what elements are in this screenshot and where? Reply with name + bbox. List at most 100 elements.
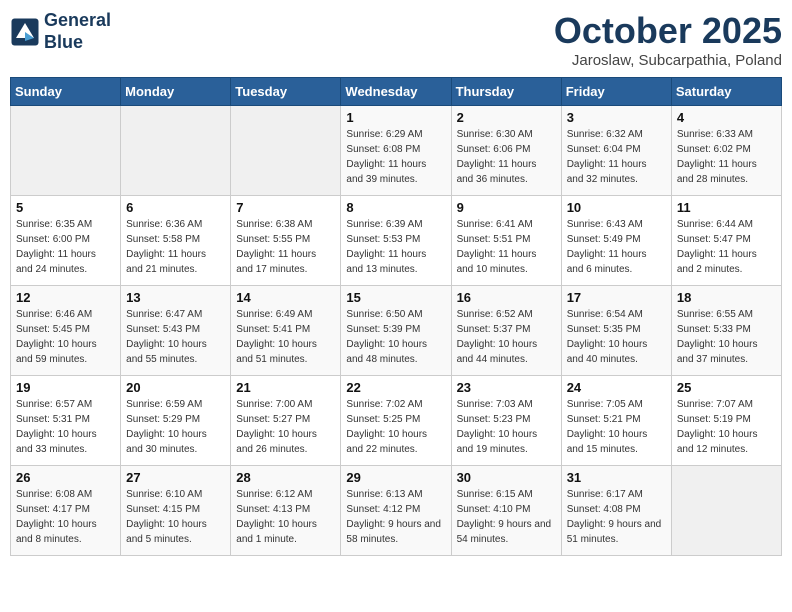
day-number: 9 bbox=[457, 200, 556, 215]
day-number: 10 bbox=[567, 200, 666, 215]
weekday-header-friday: Friday bbox=[561, 78, 671, 106]
cell-daylight-info: Sunrise: 7:00 AM Sunset: 5:27 PM Dayligh… bbox=[236, 397, 335, 457]
day-number: 4 bbox=[677, 110, 776, 125]
cell-daylight-info: Sunrise: 6:38 AM Sunset: 5:55 PM Dayligh… bbox=[236, 217, 335, 277]
calendar-cell: 15Sunrise: 6:50 AM Sunset: 5:39 PM Dayli… bbox=[341, 286, 451, 376]
calendar-cell: 4 Sunrise: 6:33 AM Sunset: 6:02 PM Daylig… bbox=[671, 106, 781, 196]
cell-daylight-info: Sunrise: 6:10 AM Sunset: 4:15 PM Dayligh… bbox=[126, 487, 225, 547]
day-number: 30 bbox=[457, 470, 556, 485]
calendar-cell bbox=[231, 106, 341, 196]
day-number: 17 bbox=[567, 290, 666, 305]
calendar-cell: 25 Sunrise: 7:07 AM Sunset: 5:19 PM Dayli… bbox=[671, 376, 781, 466]
month-title: October 2025 bbox=[554, 10, 782, 52]
calendar-cell: 7 Sunrise: 6:38 AM Sunset: 5:55 PM Daylig… bbox=[231, 196, 341, 286]
day-number: 6 bbox=[126, 200, 225, 215]
calendar-week-1: 1Sunrise: 6:29 AM Sunset: 6:08 PM Daylig… bbox=[11, 106, 782, 196]
weekday-header-wednesday: Wednesday bbox=[341, 78, 451, 106]
page-header: General Blue October 2025 Jaroslaw, Subc… bbox=[10, 10, 782, 69]
day-number: 12 bbox=[16, 290, 115, 305]
calendar-cell: 17Sunrise: 6:54 AM Sunset: 5:35 PM Dayli… bbox=[561, 286, 671, 376]
cell-daylight-info: Sunrise: 6:52 AM Sunset: 5:37 PM Dayligh… bbox=[457, 307, 556, 367]
cell-daylight-info: Sunrise: 7:07 AM Sunset: 5:19 PM Dayligh… bbox=[677, 397, 776, 457]
cell-daylight-info: Sunrise: 6:17 AM Sunset: 4:08 PM Dayligh… bbox=[567, 487, 666, 547]
logo: General Blue bbox=[10, 10, 111, 53]
cell-daylight-info: Sunrise: 6:36 AM Sunset: 5:58 PM Dayligh… bbox=[126, 217, 225, 277]
cell-daylight-info: Sunrise: 6:32 AM Sunset: 6:04 PM Dayligh… bbox=[567, 127, 666, 187]
cell-daylight-info: Sunrise: 7:02 AM Sunset: 5:25 PM Dayligh… bbox=[346, 397, 445, 457]
cell-daylight-info: Sunrise: 7:03 AM Sunset: 5:23 PM Dayligh… bbox=[457, 397, 556, 457]
calendar-cell: 20 Sunrise: 6:59 AM Sunset: 5:29 PM Dayli… bbox=[121, 376, 231, 466]
calendar-cell: 6 Sunrise: 6:36 AM Sunset: 5:58 PM Daylig… bbox=[121, 196, 231, 286]
calendar-cell: 14Sunrise: 6:49 AM Sunset: 5:41 PM Dayli… bbox=[231, 286, 341, 376]
calendar-cell: 1Sunrise: 6:29 AM Sunset: 6:08 PM Daylig… bbox=[341, 106, 451, 196]
calendar-cell: 10 Sunrise: 6:43 AM Sunset: 5:49 PM Dayli… bbox=[561, 196, 671, 286]
weekday-header-tuesday: Tuesday bbox=[231, 78, 341, 106]
calendar-cell: 11 Sunrise: 6:44 AM Sunset: 5:47 PM Dayli… bbox=[671, 196, 781, 286]
cell-daylight-info: Sunrise: 6:44 AM Sunset: 5:47 PM Dayligh… bbox=[677, 217, 776, 277]
logo-line1: General bbox=[44, 10, 111, 30]
calendar-cell: 2Sunrise: 6:30 AM Sunset: 6:06 PM Daylig… bbox=[451, 106, 561, 196]
weekday-header-thursday: Thursday bbox=[451, 78, 561, 106]
day-number: 16 bbox=[457, 290, 556, 305]
logo-icon bbox=[10, 17, 40, 47]
calendar-cell: 30 Sunrise: 6:15 AM Sunset: 4:10 PM Dayli… bbox=[451, 466, 561, 556]
calendar-cell: 12 Sunrise: 6:46 AM Sunset: 5:45 PM Dayli… bbox=[11, 286, 121, 376]
weekday-header-saturday: Saturday bbox=[671, 78, 781, 106]
calendar-week-3: 12 Sunrise: 6:46 AM Sunset: 5:45 PM Dayli… bbox=[11, 286, 782, 376]
cell-daylight-info: Sunrise: 6:33 AM Sunset: 6:02 PM Dayligh… bbox=[677, 127, 776, 187]
calendar-week-4: 19 Sunrise: 6:57 AM Sunset: 5:31 PM Dayli… bbox=[11, 376, 782, 466]
day-number: 20 bbox=[126, 380, 225, 395]
weekday-header-row: SundayMondayTuesdayWednesdayThursdayFrid… bbox=[11, 78, 782, 106]
calendar-cell: 16 Sunrise: 6:52 AM Sunset: 5:37 PM Dayli… bbox=[451, 286, 561, 376]
calendar-cell: 27Sunrise: 6:10 AM Sunset: 4:15 PM Dayli… bbox=[121, 466, 231, 556]
calendar-week-2: 5 Sunrise: 6:35 AM Sunset: 6:00 PM Daylig… bbox=[11, 196, 782, 286]
calendar-table: SundayMondayTuesdayWednesdayThursdayFrid… bbox=[10, 77, 782, 556]
day-number: 13 bbox=[126, 290, 225, 305]
logo-line2: Blue bbox=[44, 32, 83, 52]
cell-daylight-info: Sunrise: 6:57 AM Sunset: 5:31 PM Dayligh… bbox=[16, 397, 115, 457]
calendar-cell: 24Sunrise: 7:05 AM Sunset: 5:21 PM Dayli… bbox=[561, 376, 671, 466]
calendar-week-5: 26Sunrise: 6:08 AM Sunset: 4:17 PM Dayli… bbox=[11, 466, 782, 556]
title-block: October 2025 Jaroslaw, Subcarpathia, Pol… bbox=[554, 10, 782, 69]
calendar-cell: 23Sunrise: 7:03 AM Sunset: 5:23 PM Dayli… bbox=[451, 376, 561, 466]
day-number: 22 bbox=[346, 380, 445, 395]
calendar-cell: 5 Sunrise: 6:35 AM Sunset: 6:00 PM Daylig… bbox=[11, 196, 121, 286]
weekday-header-sunday: Sunday bbox=[11, 78, 121, 106]
calendar-cell: 28Sunrise: 6:12 AM Sunset: 4:13 PM Dayli… bbox=[231, 466, 341, 556]
calendar-cell bbox=[11, 106, 121, 196]
cell-daylight-info: Sunrise: 6:46 AM Sunset: 5:45 PM Dayligh… bbox=[16, 307, 115, 367]
cell-daylight-info: Sunrise: 6:13 AM Sunset: 4:12 PM Dayligh… bbox=[346, 487, 445, 547]
day-number: 1 bbox=[346, 110, 445, 125]
calendar-cell: 29 Sunrise: 6:13 AM Sunset: 4:12 PM Dayli… bbox=[341, 466, 451, 556]
day-number: 5 bbox=[16, 200, 115, 215]
day-number: 19 bbox=[16, 380, 115, 395]
cell-daylight-info: Sunrise: 6:49 AM Sunset: 5:41 PM Dayligh… bbox=[236, 307, 335, 367]
day-number: 7 bbox=[236, 200, 335, 215]
weekday-header-monday: Monday bbox=[121, 78, 231, 106]
cell-daylight-info: Sunrise: 6:15 AM Sunset: 4:10 PM Dayligh… bbox=[457, 487, 556, 547]
day-number: 8 bbox=[346, 200, 445, 215]
calendar-cell bbox=[121, 106, 231, 196]
day-number: 29 bbox=[346, 470, 445, 485]
day-number: 15 bbox=[346, 290, 445, 305]
calendar-cell: 21 Sunrise: 7:00 AM Sunset: 5:27 PM Dayli… bbox=[231, 376, 341, 466]
calendar-cell: 26Sunrise: 6:08 AM Sunset: 4:17 PM Dayli… bbox=[11, 466, 121, 556]
calendar-cell: 31Sunrise: 6:17 AM Sunset: 4:08 PM Dayli… bbox=[561, 466, 671, 556]
cell-daylight-info: Sunrise: 6:43 AM Sunset: 5:49 PM Dayligh… bbox=[567, 217, 666, 277]
day-number: 11 bbox=[677, 200, 776, 215]
calendar-cell: 8 Sunrise: 6:39 AM Sunset: 5:53 PM Daylig… bbox=[341, 196, 451, 286]
cell-daylight-info: Sunrise: 6:59 AM Sunset: 5:29 PM Dayligh… bbox=[126, 397, 225, 457]
cell-daylight-info: Sunrise: 6:47 AM Sunset: 5:43 PM Dayligh… bbox=[126, 307, 225, 367]
calendar-cell: 19 Sunrise: 6:57 AM Sunset: 5:31 PM Dayli… bbox=[11, 376, 121, 466]
calendar-cell: 22 Sunrise: 7:02 AM Sunset: 5:25 PM Dayli… bbox=[341, 376, 451, 466]
calendar-cell: 9Sunrise: 6:41 AM Sunset: 5:51 PM Daylig… bbox=[451, 196, 561, 286]
calendar-cell: 13 Sunrise: 6:47 AM Sunset: 5:43 PM Dayli… bbox=[121, 286, 231, 376]
cell-daylight-info: Sunrise: 6:08 AM Sunset: 4:17 PM Dayligh… bbox=[16, 487, 115, 547]
cell-daylight-info: Sunrise: 6:55 AM Sunset: 5:33 PM Dayligh… bbox=[677, 307, 776, 367]
day-number: 25 bbox=[677, 380, 776, 395]
day-number: 21 bbox=[236, 380, 335, 395]
day-number: 18 bbox=[677, 290, 776, 305]
cell-daylight-info: Sunrise: 6:39 AM Sunset: 5:53 PM Dayligh… bbox=[346, 217, 445, 277]
cell-daylight-info: Sunrise: 6:35 AM Sunset: 6:00 PM Dayligh… bbox=[16, 217, 115, 277]
day-number: 24 bbox=[567, 380, 666, 395]
